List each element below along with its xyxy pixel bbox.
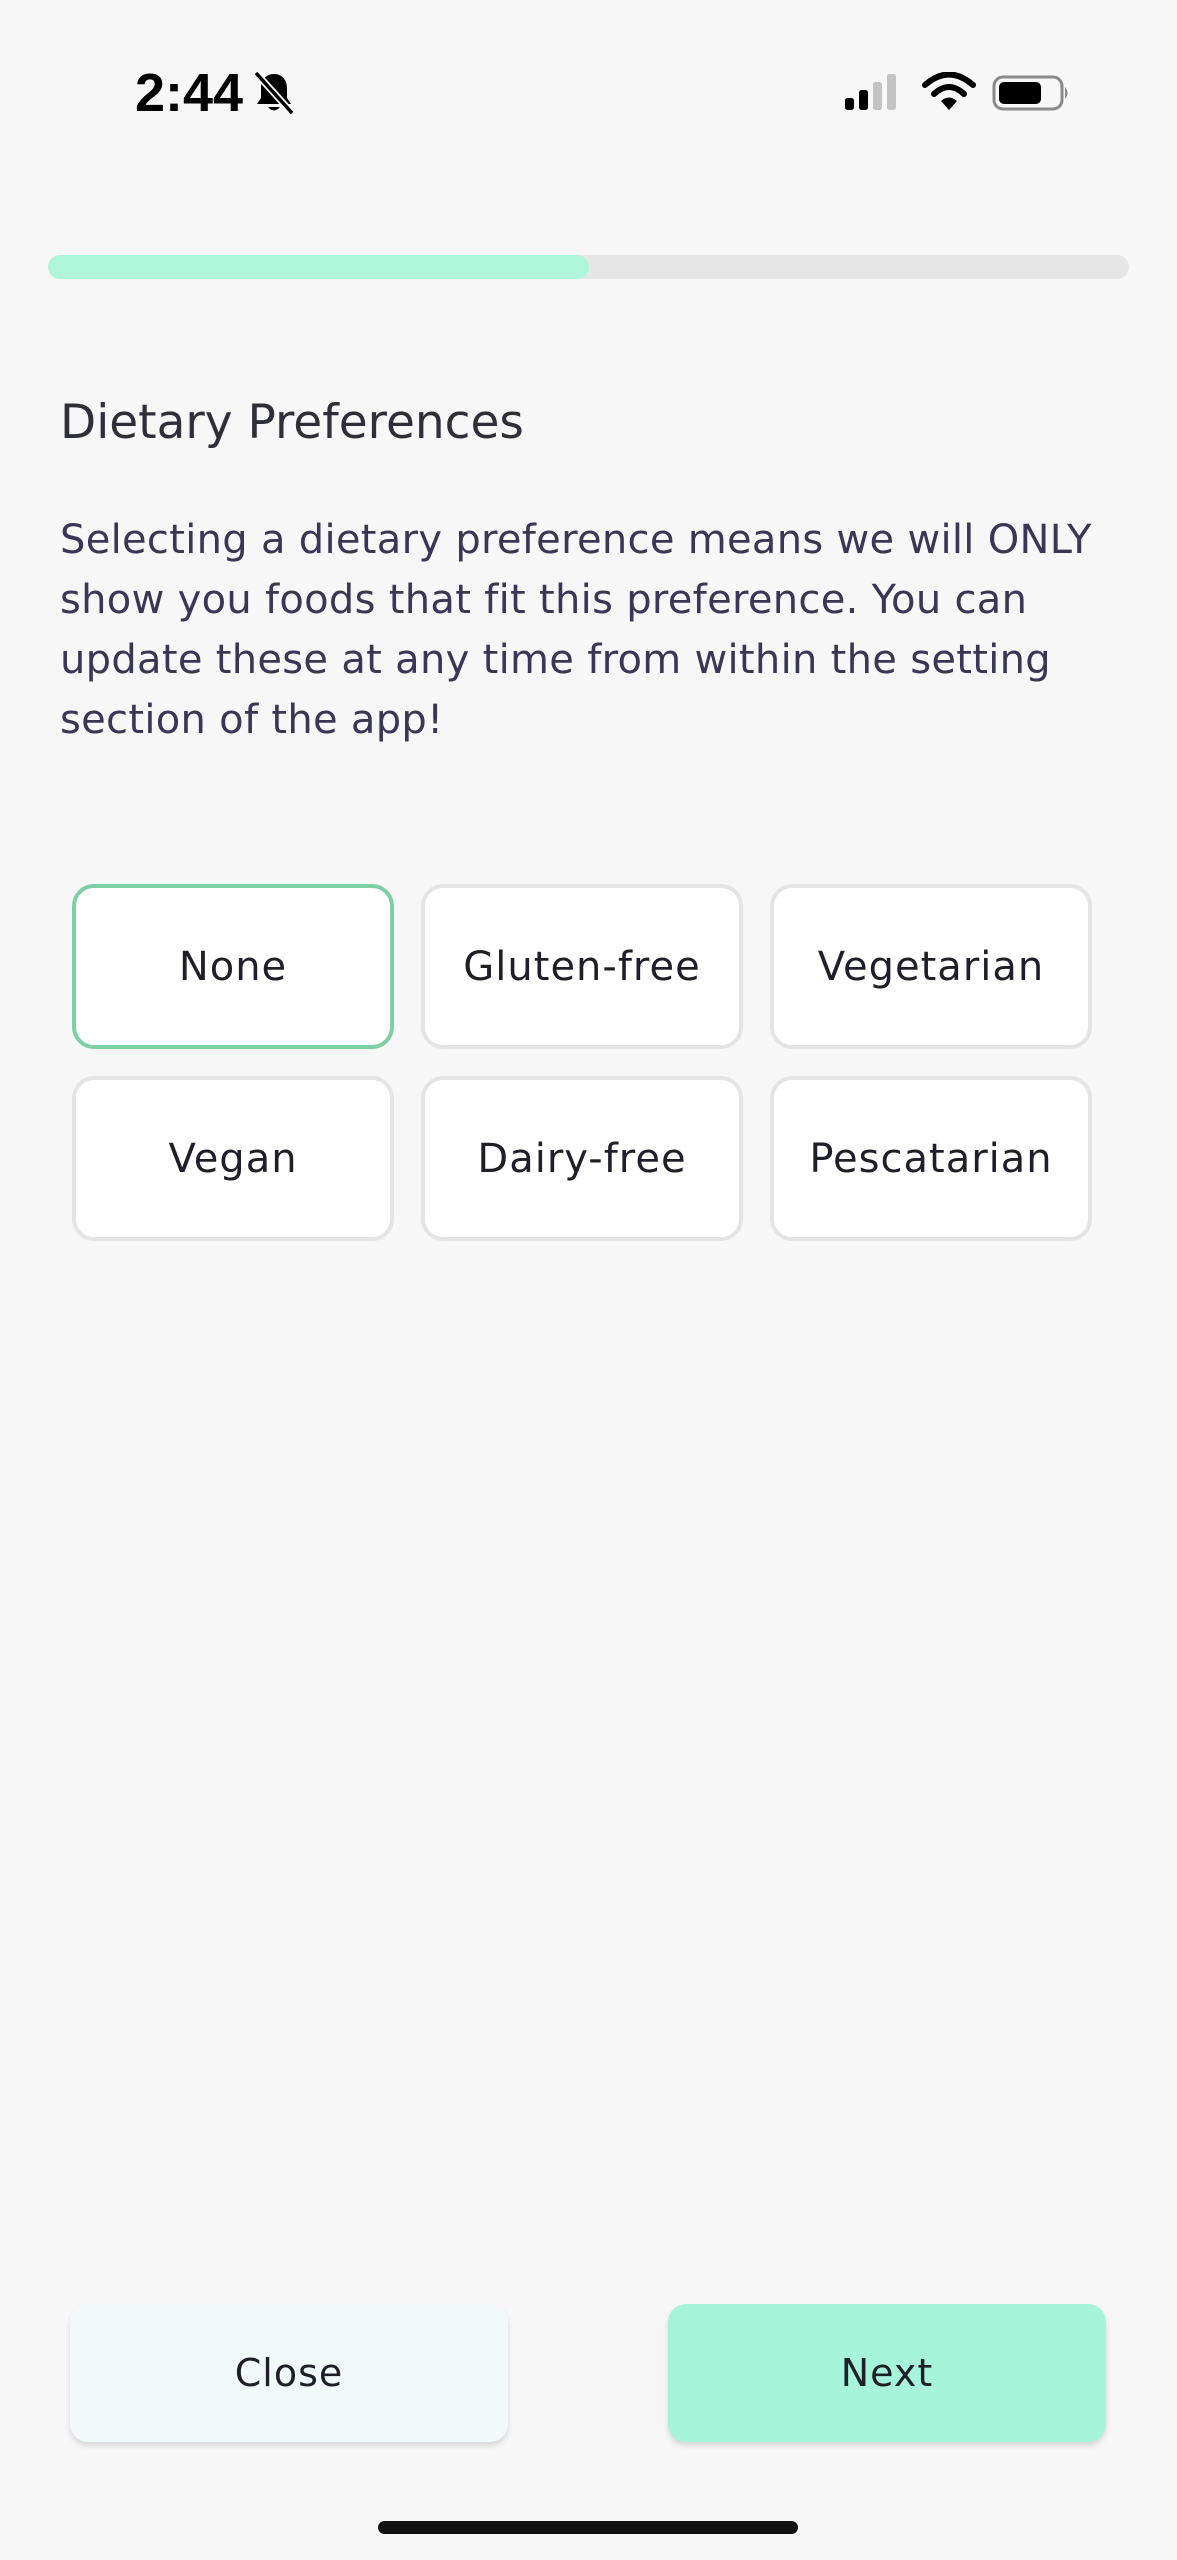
wifi-icon <box>922 72 976 110</box>
page-title: Dietary Preferences <box>60 395 524 450</box>
option-gluten-free[interactable]: Gluten-free <box>421 884 743 1049</box>
status-bar: 2:44 <box>0 0 1177 190</box>
option-vegan[interactable]: Vegan <box>72 1076 394 1241</box>
progress-fill <box>48 255 589 279</box>
option-pescatarian[interactable]: Pescatarian <box>770 1076 1092 1241</box>
home-indicator <box>378 2521 798 2534</box>
progress-bar <box>48 255 1129 279</box>
page-description: Selecting a dietary preference means we … <box>60 517 1092 743</box>
option-none[interactable]: None <box>72 884 394 1049</box>
dietary-options-grid: None Gluten-free Vegetarian Vegan Dairy-… <box>72 884 1094 1241</box>
next-button[interactable]: Next <box>668 2304 1106 2442</box>
option-dairy-free[interactable]: Dairy-free <box>421 1076 743 1241</box>
bell-slash-icon <box>253 70 295 116</box>
status-time: 2:44 <box>135 63 244 123</box>
battery-icon <box>992 75 1068 111</box>
cellular-signal-icon <box>845 74 896 110</box>
close-button[interactable]: Close <box>70 2304 508 2442</box>
option-vegetarian[interactable]: Vegetarian <box>770 884 1092 1049</box>
